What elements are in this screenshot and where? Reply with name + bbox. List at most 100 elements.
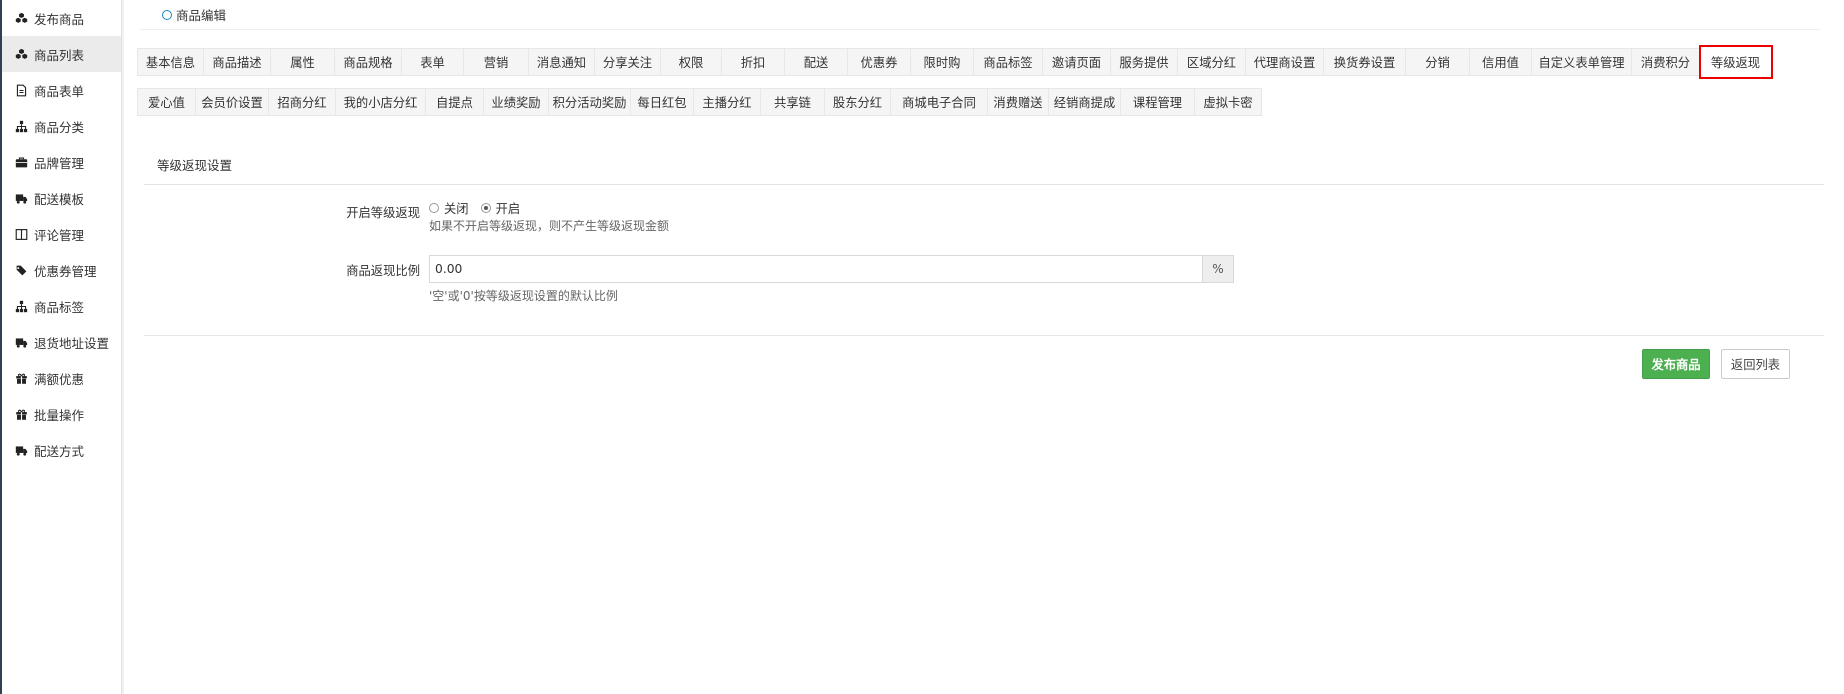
sidebar-item-5[interactable]: 配送模板 [2,180,121,216]
tab-row-2: 爱心值 会员价设置 招商分红 我的小店分红 自提点 业绩奖励 积分活动奖励 每日红包 主播分红共… [137,88,1262,116]
percent-addon: % [1202,255,1234,283]
tab-row1-20[interactable]: 信用值 [1470,48,1532,76]
tab-row2-14[interactable]: 课程管理 [1121,88,1195,116]
sidebar-item-label: 商品列表 [34,47,85,63]
sidebar-item-7[interactable]: 优惠券管理 [2,252,121,288]
tab-row1-10[interactable]: 配送 [785,48,848,76]
tab-row1-5[interactable]: 营销 [464,48,529,76]
truck-icon [14,335,28,349]
tab-row2-6[interactable]: 积分活动奖励 [549,88,631,116]
file-icon [14,83,28,97]
tab-row1-18[interactable]: 换货券设置 [1324,48,1406,76]
ratio-help-text: '空'或'0'按等级返现设置的默认比例 [429,289,618,303]
truck-icon [14,443,28,457]
sidebar-item-12[interactable]: 配送方式 [2,432,121,468]
radio-off-label[interactable]: 关闭 [444,199,469,217]
tab-row1-9[interactable]: 折扣 [722,48,785,76]
tab-row2-2[interactable]: 招商分红 [269,88,336,116]
tab-row2-11[interactable]: 商城电子合同 [891,88,988,116]
sidebar-item-10[interactable]: 满额优惠 [2,360,121,396]
tab-row1-12[interactable]: 限时购 [911,48,974,76]
enable-radio-group: 关闭 开启 [429,199,532,217]
radio-on[interactable] [480,203,491,213]
sidebar-item-9[interactable]: 退货地址设置 [2,324,121,360]
tab-row2-0[interactable]: 爱心值 [137,88,196,116]
cubes-icon [14,47,28,61]
back-to-list-button[interactable]: 返回列表 [1721,349,1790,379]
tab-row1-21[interactable]: 自定义表单管理 [1532,48,1632,76]
tab-row2-7[interactable]: 每日红包 [631,88,694,116]
tab-row1-13[interactable]: 商品标签 [974,48,1043,76]
cubes-icon [14,11,28,25]
radio-on-label[interactable]: 开启 [496,199,521,217]
sidebar-item-4[interactable]: 品牌管理 [2,144,121,180]
sidebar-item-3[interactable]: 商品分类 [2,108,121,144]
tab-row-1: 基本信息 商品描述 属性 商品规格 表单 营销 消息通知 分享关注 权限 折扣 配送 优惠券 限时购 商品… [137,45,1773,79]
tab-row1-4[interactable]: 表单 [402,48,464,76]
sidebar-item-11[interactable]: 批量操作 [2,396,121,432]
tab-row1-19[interactable]: 分销 [1406,48,1470,76]
main-content: 商品编辑 基本信息 商品描述 属性 商品规格 表单 营销 消息通知 分享关注 权限 折扣 配送 优惠券… [124,0,1844,694]
tab-row1-7[interactable]: 分享关注 [595,48,661,76]
section-title: 等级返现设置 [144,155,1824,185]
sidebar-item-label: 配送方式 [34,443,85,459]
sidebar-item-2[interactable]: 商品表单 [2,72,121,108]
sidebar-item-label: 优惠券管理 [34,263,97,279]
columns-icon [14,227,28,241]
tab-row2-15[interactable]: 虚拟卡密 [1195,88,1262,116]
tab-row1-17[interactable]: 代理商设置 [1246,48,1324,76]
sidebar-item-label: 品牌管理 [34,155,85,171]
sidebar-item-label: 配送模板 [34,191,85,207]
radio-off[interactable] [429,203,439,213]
tab-row2-4[interactable]: 自提点 [426,88,484,116]
tab-row1-16[interactable]: 区域分红 [1178,48,1246,76]
page-header: 商品编辑 [140,0,1820,30]
sitemap-icon [14,119,28,133]
tab-row1-15[interactable]: 服务提供 [1111,48,1178,76]
tab-row2-12[interactable]: 消费赠送 [988,88,1049,116]
briefcase-icon [14,155,28,169]
sidebar-item-label: 批量操作 [34,407,85,423]
ratio-label: 商品返现比例 [346,264,420,278]
tab-row1-0[interactable]: 基本信息 [137,48,204,76]
ratio-input[interactable]: 0.00 [429,255,1203,283]
circle-icon [162,9,172,20]
sidebar-item-1[interactable]: 商品列表 [2,36,121,72]
sidebar-item-label: 评论管理 [34,227,85,243]
sidebar-item-8[interactable]: 商品标签 [2,288,121,324]
sidebar-item-label: 满额优惠 [34,371,85,387]
sidebar-item-label: 商品表单 [34,83,85,99]
tab-row2-13[interactable]: 经销商提成 [1049,88,1121,116]
tab-row1-23[interactable]: 等级返现 [1699,45,1773,79]
sidebar-item-6[interactable]: 评论管理 [2,216,121,252]
tab-row1-22[interactable]: 消费积分 [1632,48,1700,76]
tab-row1-6[interactable]: 消息通知 [529,48,595,76]
tab-row1-8[interactable]: 权限 [661,48,722,76]
sidebar-item-label: 商品标签 [34,299,85,315]
tab-row1-14[interactable]: 邀请页面 [1043,48,1111,76]
tab-row2-9[interactable]: 共享链 [761,88,825,116]
tags-icon [14,263,28,277]
enable-help-text: 如果不开启等级返现，则不产生等级返现金额 [429,219,670,233]
page-title: 商品编辑 [176,8,227,23]
tab-row2-5[interactable]: 业绩奖励 [484,88,549,116]
tab-row1-3[interactable]: 商品规格 [335,48,402,76]
sidebar: 发布商品商品列表商品表单商品分类品牌管理配送模板评论管理优惠券管理商品标签退货地… [2,0,122,694]
sidebar-item-label: 发布商品 [34,11,85,27]
sitemap-icon [14,299,28,313]
tab-row2-3[interactable]: 我的小店分红 [336,88,426,116]
tab-row2-10[interactable]: 股东分红 [825,88,891,116]
divider [144,335,1824,336]
sidebar-item-label: 商品分类 [34,119,85,135]
truck-icon [14,191,28,205]
gift-icon [14,407,28,421]
tab-row1-1[interactable]: 商品描述 [204,48,271,76]
tab-row2-1[interactable]: 会员价设置 [196,88,269,116]
tab-row2-8[interactable]: 主播分红 [694,88,761,116]
enable-label: 开启等级返现 [346,206,420,220]
gift-icon [14,371,28,385]
publish-button[interactable]: 发布商品 [1642,349,1710,379]
tab-row1-2[interactable]: 属性 [271,48,335,76]
tab-row1-11[interactable]: 优惠券 [848,48,911,76]
sidebar-item-0[interactable]: 发布商品 [2,0,121,36]
